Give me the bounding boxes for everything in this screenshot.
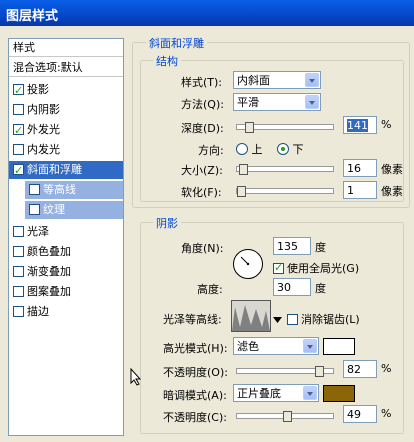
sidebar-item-satin[interactable]: 光泽 bbox=[9, 223, 123, 241]
chevron-down-icon bbox=[305, 73, 319, 87]
sidebar-item-inner-shadow[interactable]: 内阴影 bbox=[9, 101, 123, 119]
bevel-emboss-title: 斜面和浮雕 bbox=[146, 35, 207, 51]
checkbox-icon[interactable] bbox=[13, 104, 24, 115]
angle-indicator-icon bbox=[240, 256, 250, 266]
sidebar-item-stroke[interactable]: 描边 bbox=[9, 303, 123, 321]
radio-icon[interactable] bbox=[277, 143, 289, 155]
soften-slider[interactable] bbox=[236, 186, 334, 197]
style-select[interactable]: 内斜面 bbox=[233, 71, 321, 89]
checkbox-icon[interactable] bbox=[13, 144, 24, 155]
blend-options-item[interactable]: 混合选项:默认 bbox=[9, 59, 123, 77]
sidebar-item-bevel-emboss[interactable]: 斜面和浮雕 bbox=[9, 161, 123, 180]
structure-title: 结构 bbox=[153, 53, 181, 69]
chevron-down-icon bbox=[303, 339, 317, 353]
gloss-contour-label: 光泽等高线: bbox=[163, 313, 222, 326]
mouse-cursor-icon bbox=[130, 367, 142, 390]
gloss-contour-picker[interactable] bbox=[231, 300, 271, 332]
style-label: 样式(T): bbox=[181, 76, 223, 89]
shadow-opacity-input[interactable]: 49 bbox=[343, 405, 377, 423]
direction-up-option[interactable]: 上 bbox=[236, 141, 263, 157]
contour-dropdown-icon[interactable] bbox=[273, 313, 282, 323]
highlight-mode-select[interactable]: 滤色 bbox=[233, 337, 319, 355]
highlight-opacity-input[interactable]: 82 bbox=[343, 360, 377, 378]
checkbox-icon[interactable] bbox=[13, 266, 24, 277]
shadow-mode-select[interactable]: 正片叠底 bbox=[233, 384, 319, 402]
soften-input[interactable]: 1 bbox=[343, 181, 377, 199]
sidebar-item-contour[interactable]: 等高线 bbox=[25, 181, 123, 199]
depth-input[interactable]: 141 bbox=[343, 116, 377, 134]
chevron-down-icon bbox=[305, 95, 319, 109]
highlight-mode-label: 高光模式(H): bbox=[163, 342, 228, 355]
styles-header[interactable]: 样式 bbox=[9, 39, 123, 57]
checkbox-icon[interactable] bbox=[13, 162, 24, 180]
depth-slider[interactable] bbox=[236, 122, 334, 133]
checkbox-icon[interactable] bbox=[287, 314, 298, 325]
size-label: 大小(Z): bbox=[181, 164, 223, 177]
checkbox-icon[interactable] bbox=[13, 246, 24, 257]
shadow-opacity-slider[interactable] bbox=[236, 411, 334, 422]
styles-list: 样式 混合选项:默认 投影 内阴影 外发光 内发光 斜面和浮雕 等高线 纹理 光… bbox=[8, 38, 124, 436]
chevron-down-icon bbox=[303, 386, 317, 400]
radio-icon[interactable] bbox=[236, 143, 248, 155]
soften-slider-thumb[interactable] bbox=[237, 186, 246, 197]
window-title: 图层样式 bbox=[0, 0, 414, 26]
sidebar-item-inner-glow[interactable]: 内发光 bbox=[9, 141, 123, 159]
size-slider-thumb[interactable] bbox=[239, 164, 248, 175]
soften-label: 软化(F): bbox=[181, 186, 222, 199]
shadow-opacity-thumb[interactable] bbox=[283, 411, 292, 422]
angle-dial[interactable] bbox=[233, 249, 263, 279]
checkbox-icon[interactable] bbox=[13, 226, 24, 237]
sidebar-item-outer-glow[interactable]: 外发光 bbox=[9, 121, 123, 140]
checkbox-icon[interactable] bbox=[13, 306, 24, 317]
checkbox-icon[interactable] bbox=[273, 261, 284, 274]
highlight-opacity-unit: % bbox=[381, 362, 392, 375]
soften-unit: 像素 bbox=[381, 185, 403, 198]
anti-alias-checkbox[interactable]: 消除锯齿(L) bbox=[287, 311, 360, 327]
depth-label: 深度(D): bbox=[181, 122, 224, 135]
sidebar-item-pattern-overlay[interactable]: 图案叠加 bbox=[9, 283, 123, 301]
sidebar-item-color-overlay[interactable]: 颜色叠加 bbox=[9, 243, 123, 261]
shadow-opacity-unit: % bbox=[381, 407, 392, 420]
altitude-label: 高度: bbox=[197, 283, 223, 296]
global-light-checkbox[interactable]: 使用全局光(G) bbox=[273, 260, 359, 276]
method-label: 方法(Q): bbox=[181, 98, 224, 111]
method-select[interactable]: 平滑 bbox=[233, 93, 321, 111]
altitude-unit: 度 bbox=[315, 282, 326, 295]
size-unit: 像素 bbox=[381, 163, 403, 176]
highlight-opacity-thumb[interactable] bbox=[315, 366, 324, 377]
direction-label: 方向: bbox=[198, 144, 224, 157]
sidebar-item-texture[interactable]: 纹理 bbox=[25, 201, 123, 219]
checkbox-icon[interactable] bbox=[13, 122, 24, 140]
highlight-opacity-slider[interactable] bbox=[236, 366, 334, 377]
contour-preview-icon bbox=[232, 301, 270, 331]
checkbox-icon[interactable] bbox=[13, 82, 24, 100]
highlight-color-swatch[interactable] bbox=[323, 338, 355, 355]
size-slider[interactable] bbox=[236, 164, 334, 175]
highlight-opacity-label: 不透明度(O): bbox=[163, 366, 228, 379]
direction-down-option[interactable]: 下 bbox=[277, 141, 304, 157]
checkbox-icon[interactable] bbox=[29, 184, 40, 195]
angle-input[interactable]: 135 bbox=[273, 237, 311, 255]
depth-slider-thumb[interactable] bbox=[245, 122, 254, 133]
shading-title: 阴影 bbox=[153, 215, 181, 231]
sidebar-item-drop-shadow[interactable]: 投影 bbox=[9, 81, 123, 100]
sidebar-item-gradient-overlay[interactable]: 渐变叠加 bbox=[9, 263, 123, 281]
shadow-opacity-label: 不透明度(C): bbox=[163, 411, 227, 424]
checkbox-icon[interactable] bbox=[13, 286, 24, 297]
shadow-mode-label: 暗调模式(A): bbox=[163, 389, 227, 402]
size-input[interactable]: 16 bbox=[343, 159, 377, 177]
angle-label: 角度(N): bbox=[181, 242, 224, 255]
angle-unit: 度 bbox=[315, 241, 326, 254]
checkbox-icon[interactable] bbox=[29, 204, 40, 215]
shadow-color-swatch[interactable] bbox=[323, 385, 355, 402]
altitude-input[interactable]: 30 bbox=[273, 278, 311, 296]
depth-unit: % bbox=[381, 118, 392, 131]
